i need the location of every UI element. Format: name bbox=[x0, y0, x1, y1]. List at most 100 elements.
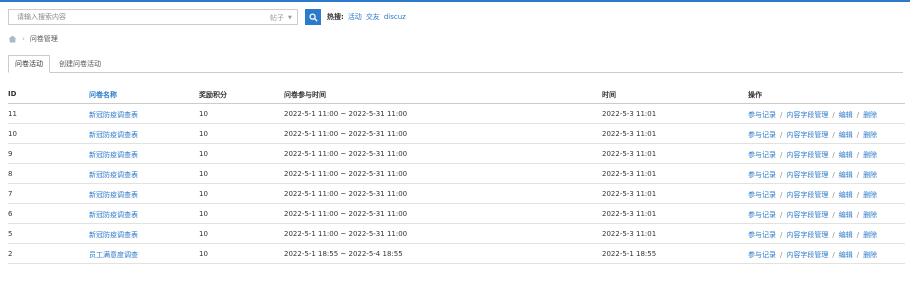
action-separator: / bbox=[856, 131, 860, 139]
table-row: 11 新冠防疫调查表 10 2022-5-1 11:00 ~ 2022-5-31 11… bbox=[8, 104, 905, 124]
edit-link[interactable]: 编辑 bbox=[839, 171, 853, 179]
field-management-link[interactable]: 内容字段管理 bbox=[786, 231, 828, 239]
delete-link[interactable]: 删除 bbox=[863, 211, 877, 219]
delete-link[interactable]: 删除 bbox=[863, 131, 877, 139]
row-date: 2022-5-3 11:01 bbox=[602, 230, 657, 238]
row-points: 10 bbox=[199, 110, 208, 118]
row-time-range: 2022-5-1 18:55 ~ 2022-5-4 18:55 bbox=[284, 250, 403, 258]
home-icon[interactable] bbox=[8, 35, 17, 43]
table-row: 5 新冠防疫调查表 10 2022-5-1 11:00 ~ 2022-5-31 11:… bbox=[8, 224, 905, 244]
participation-records-link[interactable]: 参与记录 bbox=[748, 111, 776, 119]
row-date: 2022-5-3 11:01 bbox=[602, 210, 657, 218]
row-points: 10 bbox=[199, 170, 208, 178]
edit-link[interactable]: 编辑 bbox=[839, 131, 853, 139]
table-row: 8 新冠防疫调查表 10 2022-5-1 11:00 ~ 2022-5-31 11:… bbox=[8, 164, 905, 184]
participation-records-link[interactable]: 参与记录 bbox=[748, 191, 776, 199]
hot-link-activity[interactable]: 活动 bbox=[348, 12, 362, 22]
row-survey-name-link[interactable]: 新冠防疫调查表 bbox=[89, 210, 138, 220]
row-date: 2022-5-3 11:01 bbox=[602, 150, 657, 158]
edit-link[interactable]: 编辑 bbox=[839, 251, 853, 259]
edit-link[interactable]: 编辑 bbox=[839, 231, 853, 239]
survey-table: ID 问卷名称 奖励积分 问卷参与时间 时间 操作 11 新冠防疫调查表 10 202… bbox=[8, 84, 905, 264]
row-survey-name-link[interactable]: 新冠防疫调查表 bbox=[89, 190, 138, 200]
row-date: 2022-5-1 18:55 bbox=[602, 250, 657, 258]
row-id: 10 bbox=[8, 130, 17, 138]
action-separator: / bbox=[832, 191, 835, 199]
row-survey-name-link[interactable]: 新冠防疫调查表 bbox=[89, 110, 138, 120]
delete-link[interactable]: 删除 bbox=[863, 191, 877, 199]
row-time-range: 2022-5-1 11:00 ~ 2022-5-31 11:00 bbox=[284, 130, 408, 138]
action-separator: / bbox=[832, 171, 835, 179]
row-survey-name-link[interactable]: 新冠防疫调查表 bbox=[89, 230, 138, 240]
participation-records-link[interactable]: 参与记录 bbox=[748, 231, 776, 239]
chevron-down-icon: ▼ bbox=[288, 15, 292, 21]
field-management-link[interactable]: 内容字段管理 bbox=[786, 211, 828, 219]
participation-records-link[interactable]: 参与记录 bbox=[748, 211, 776, 219]
action-separator: / bbox=[780, 231, 783, 239]
row-survey-name-link[interactable]: 新冠防疫调查表 bbox=[89, 130, 138, 140]
search-button[interactable] bbox=[305, 9, 321, 25]
action-separator: / bbox=[856, 171, 860, 179]
action-separator: / bbox=[832, 231, 835, 239]
edit-link[interactable]: 编辑 bbox=[839, 211, 853, 219]
tab-survey-activities[interactable]: 问卷活动 bbox=[8, 55, 50, 73]
action-separator: / bbox=[832, 251, 835, 259]
delete-link[interactable]: 删除 bbox=[863, 251, 877, 259]
table-row: 10 新冠防疫调查表 10 2022-5-1 11:00 ~ 2022-5-31 11… bbox=[8, 124, 905, 144]
row-id: 11 bbox=[8, 110, 17, 118]
row-points: 10 bbox=[199, 130, 208, 138]
action-separator: / bbox=[780, 211, 783, 219]
participation-records-link[interactable]: 参与记录 bbox=[748, 251, 776, 259]
header-actions: 操作 bbox=[748, 91, 762, 99]
delete-link[interactable]: 删除 bbox=[863, 151, 877, 159]
action-separator: / bbox=[856, 251, 860, 259]
search-type-select[interactable]: 帖子 ▼ bbox=[270, 13, 292, 23]
action-separator: / bbox=[780, 191, 783, 199]
edit-link[interactable]: 编辑 bbox=[839, 191, 853, 199]
edit-link[interactable]: 编辑 bbox=[839, 111, 853, 119]
participation-records-link[interactable]: 参与记录 bbox=[748, 151, 776, 159]
action-separator: / bbox=[780, 251, 783, 259]
row-time-range: 2022-5-1 11:00 ~ 2022-5-31 11:00 bbox=[284, 170, 408, 178]
field-management-link[interactable]: 内容字段管理 bbox=[786, 111, 828, 119]
row-id: 8 bbox=[8, 170, 13, 178]
delete-link[interactable]: 删除 bbox=[863, 171, 877, 179]
tab-divider bbox=[8, 72, 903, 73]
action-separator: / bbox=[856, 191, 860, 199]
row-survey-name-link[interactable]: 新冠防疫调查表 bbox=[89, 170, 138, 180]
field-management-link[interactable]: 内容字段管理 bbox=[786, 171, 828, 179]
search-input[interactable] bbox=[9, 10, 259, 24]
row-survey-name-link[interactable]: 员工满意度调查 bbox=[89, 250, 138, 260]
action-separator: / bbox=[832, 211, 835, 219]
row-points: 10 bbox=[199, 190, 208, 198]
hot-link-friends[interactable]: 交友 bbox=[366, 12, 380, 22]
field-management-link[interactable]: 内容字段管理 bbox=[786, 131, 828, 139]
delete-link[interactable]: 删除 bbox=[863, 231, 877, 239]
header-id: ID bbox=[8, 90, 17, 98]
action-separator: / bbox=[780, 171, 783, 179]
field-management-link[interactable]: 内容字段管理 bbox=[786, 251, 828, 259]
row-time-range: 2022-5-1 11:00 ~ 2022-5-31 11:00 bbox=[284, 110, 408, 118]
hot-link-discuz[interactable]: discuz bbox=[384, 13, 406, 21]
row-id: 9 bbox=[8, 150, 13, 158]
field-management-link[interactable]: 内容字段管理 bbox=[786, 191, 828, 199]
row-id: 7 bbox=[8, 190, 13, 198]
table-row: 2 员工满意度调查 10 2022-5-1 18:55 ~ 2022-5-4 18:5… bbox=[8, 244, 905, 264]
delete-link[interactable]: 删除 bbox=[863, 111, 877, 119]
header-date: 时间 bbox=[602, 91, 616, 99]
participation-records-link[interactable]: 参与记录 bbox=[748, 131, 776, 139]
row-points: 10 bbox=[199, 150, 208, 158]
field-management-link[interactable]: 内容字段管理 bbox=[786, 151, 828, 159]
tab-create-survey[interactable]: 创建问卷活动 bbox=[52, 55, 108, 73]
action-separator: / bbox=[780, 131, 783, 139]
search-icon bbox=[308, 12, 318, 22]
participation-records-link[interactable]: 参与记录 bbox=[748, 171, 776, 179]
table-row: 6 新冠防疫调查表 10 2022-5-1 11:00 ~ 2022-5-31 11:… bbox=[8, 204, 905, 224]
header-name: 问卷名称 bbox=[89, 91, 117, 99]
action-separator: / bbox=[832, 151, 835, 159]
row-actions: 参与记录 / 内容字段管理 / 编辑 / 删除 bbox=[748, 230, 877, 240]
row-survey-name-link[interactable]: 新冠防疫调查表 bbox=[89, 150, 138, 160]
row-actions: 参与记录 / 内容字段管理 / 编辑 / 删除 bbox=[748, 150, 877, 160]
top-accent-bar bbox=[0, 0, 910, 2]
edit-link[interactable]: 编辑 bbox=[839, 151, 853, 159]
